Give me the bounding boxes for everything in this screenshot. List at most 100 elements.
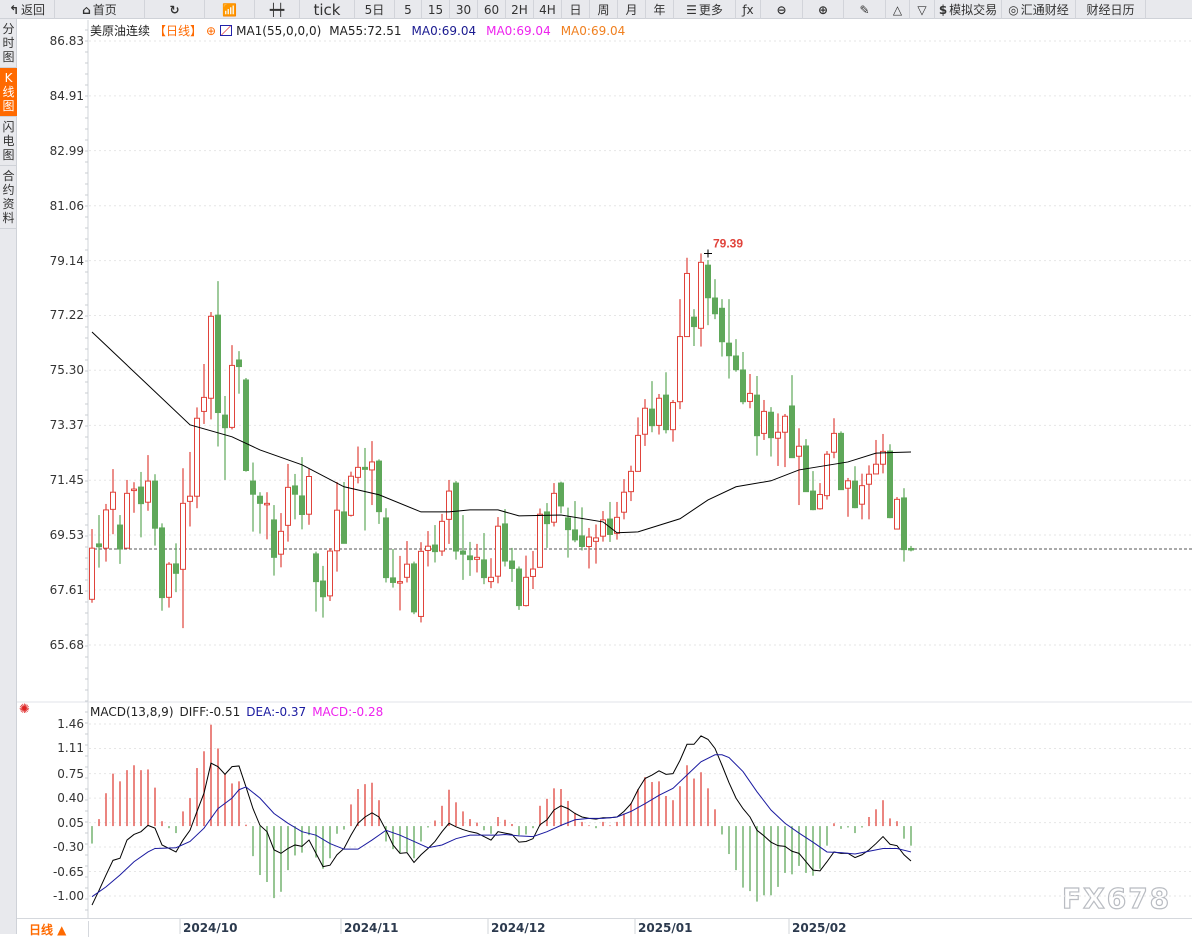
candle-body bbox=[810, 490, 816, 511]
candle-body bbox=[264, 502, 270, 506]
candle-body bbox=[159, 527, 165, 599]
candle-body bbox=[355, 466, 361, 478]
candle-body bbox=[705, 264, 711, 299]
candle-body bbox=[572, 529, 578, 541]
candle-body bbox=[670, 402, 676, 431]
candle-body bbox=[628, 470, 634, 493]
candle-body bbox=[789, 405, 795, 459]
candle-body bbox=[488, 576, 494, 583]
candle-body bbox=[537, 513, 543, 568]
candle-body bbox=[845, 480, 851, 489]
candle-body bbox=[901, 497, 907, 551]
candle-body bbox=[110, 491, 116, 510]
candle-body bbox=[775, 431, 781, 439]
candle-body bbox=[481, 559, 487, 579]
candle-body bbox=[250, 480, 256, 495]
candle-body bbox=[278, 530, 284, 555]
candle-body bbox=[439, 520, 445, 552]
candle-body bbox=[187, 495, 193, 502]
candle-body bbox=[544, 511, 550, 525]
candle-body bbox=[285, 486, 291, 526]
candle-body bbox=[635, 434, 641, 472]
candle-body bbox=[894, 498, 900, 530]
candle-body bbox=[782, 415, 788, 433]
candle-body bbox=[474, 556, 480, 560]
candle-body bbox=[768, 411, 774, 439]
candle-body bbox=[586, 536, 592, 547]
candle-body bbox=[341, 511, 347, 544]
candle-body bbox=[817, 493, 823, 510]
high-price-label: 79.39 bbox=[713, 236, 743, 250]
candle-body bbox=[271, 519, 277, 558]
candle-body bbox=[509, 560, 515, 569]
candle-body bbox=[173, 563, 179, 574]
candle-body bbox=[684, 272, 690, 338]
candle-body bbox=[467, 555, 473, 561]
candle-body bbox=[460, 550, 466, 555]
candle-body bbox=[425, 545, 431, 551]
candle-body bbox=[327, 550, 333, 597]
candle-body bbox=[579, 535, 585, 547]
candle-body bbox=[908, 547, 914, 551]
candle-body bbox=[222, 414, 228, 429]
candle-body bbox=[446, 490, 452, 520]
candle-body bbox=[404, 563, 410, 578]
candle-body bbox=[852, 480, 858, 509]
candle-body bbox=[621, 491, 627, 513]
candle-body bbox=[642, 407, 648, 435]
candle-body bbox=[166, 563, 172, 598]
candle-body bbox=[229, 364, 235, 428]
candle-body bbox=[299, 495, 305, 515]
candle-body bbox=[243, 379, 249, 472]
candle-body bbox=[649, 408, 655, 427]
candle-body bbox=[502, 523, 508, 562]
candle-body bbox=[313, 553, 319, 583]
candle-body bbox=[131, 488, 137, 492]
candle-body bbox=[397, 581, 403, 584]
candle-body bbox=[208, 315, 214, 399]
candle-body bbox=[887, 450, 893, 519]
candle-body bbox=[194, 417, 200, 497]
candle-body bbox=[726, 342, 732, 357]
candle-body bbox=[390, 577, 396, 583]
candle-body bbox=[362, 466, 368, 470]
candle-body bbox=[89, 547, 95, 600]
candle-body bbox=[691, 316, 697, 328]
candle-body bbox=[712, 297, 718, 315]
candle-body bbox=[369, 461, 375, 471]
candle-body bbox=[754, 394, 760, 437]
candle-body bbox=[306, 476, 312, 515]
candle-body bbox=[593, 537, 599, 542]
candle-body bbox=[551, 492, 557, 523]
candle-body bbox=[698, 261, 704, 329]
candle-body bbox=[565, 517, 571, 531]
candle-body bbox=[124, 492, 130, 549]
diff-line bbox=[91, 735, 912, 906]
candle-body bbox=[523, 576, 529, 607]
candle-body bbox=[740, 369, 746, 403]
candle-body bbox=[145, 480, 151, 503]
candle-body bbox=[103, 509, 109, 549]
candle-body bbox=[418, 550, 424, 617]
candle-body bbox=[831, 432, 837, 453]
candle-body bbox=[138, 486, 144, 505]
candle-body bbox=[257, 495, 263, 504]
kline-chart[interactable]: 79.39 bbox=[0, 0, 1192, 934]
candle-body bbox=[663, 394, 669, 431]
candle-body bbox=[866, 473, 872, 485]
candle-body bbox=[292, 485, 298, 495]
candle-body bbox=[516, 568, 522, 607]
candle-body bbox=[96, 543, 102, 548]
candle-body bbox=[411, 563, 417, 613]
candle-body bbox=[453, 482, 459, 552]
candle-body bbox=[201, 396, 207, 412]
high-marker-cross bbox=[704, 249, 712, 258]
ma55-line bbox=[91, 331, 912, 534]
candle-body bbox=[859, 485, 865, 505]
candle-body bbox=[236, 359, 242, 368]
candle-body bbox=[334, 509, 340, 552]
candle-body bbox=[719, 307, 725, 343]
candle-body bbox=[180, 502, 186, 570]
candle-body bbox=[656, 397, 662, 426]
candle-body bbox=[677, 336, 683, 403]
